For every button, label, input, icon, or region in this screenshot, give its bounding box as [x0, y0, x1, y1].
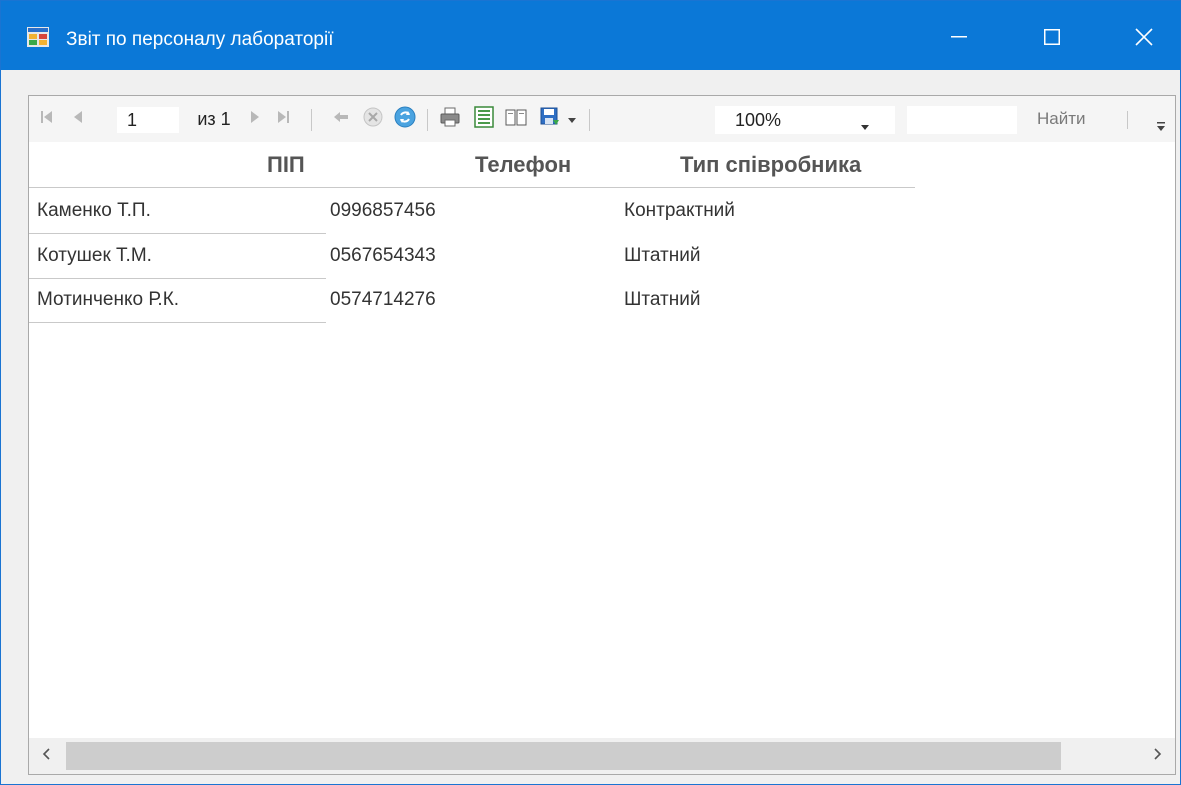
export-dropdown-button[interactable]	[565, 96, 579, 142]
cell-phone: 0996857456	[330, 200, 436, 221]
cell-name: Мотинченко Р.К.	[37, 289, 180, 310]
page-of-text: из 1	[197, 109, 231, 129]
next-page-button[interactable]	[245, 96, 265, 142]
minimize-icon	[951, 36, 967, 38]
first-page-button[interactable]	[35, 96, 59, 142]
cell-phone: 0567654343	[330, 245, 436, 266]
report-viewer: 1 из 1 100% Найти ПІП Телефон Тип співро…	[28, 95, 1176, 775]
export-icon	[539, 106, 561, 133]
table-row: Котушек Т.М. 0567654343 Штатний	[29, 234, 1175, 279]
cell-name: Котушек Т.М.	[37, 245, 152, 266]
page-setup-button[interactable]	[501, 96, 531, 142]
scroll-left-icon	[42, 747, 50, 765]
cell-type: Контрактний	[624, 200, 735, 221]
page-count-label: из 1	[189, 96, 239, 142]
dropdown-arrow-icon	[861, 117, 869, 135]
column-header-phone: Телефон	[475, 152, 572, 177]
table-row: Каменко Т.П. 0996857456 Контрактний	[29, 189, 1175, 234]
print-layout-button[interactable]	[469, 96, 499, 142]
print-icon	[439, 106, 461, 133]
stop-button[interactable]	[359, 96, 387, 142]
column-header-name: ПІП	[267, 152, 305, 177]
title-bar[interactable]: Звіт по персоналу лабораторії	[1, 1, 1180, 70]
zoom-select[interactable]: 100%	[715, 106, 895, 134]
next-page-icon	[250, 109, 260, 130]
dropdown-arrow-icon	[568, 110, 576, 128]
toolbar-separator	[589, 109, 590, 131]
back-icon	[333, 110, 349, 128]
table-row: Мотинченко Р.К. 0574714276 Штатний	[29, 278, 1175, 323]
previous-page-button[interactable]	[67, 96, 89, 142]
report-window: Звіт по персоналу лабораторії 1 из 1 100…	[0, 0, 1181, 785]
refresh-icon	[394, 106, 416, 133]
maximize-button[interactable]	[1021, 15, 1083, 59]
cell-type: Штатний	[624, 245, 701, 266]
page-setup-icon	[504, 107, 528, 132]
report-page: ПІП Телефон Тип співробника Каменко Т.П.…	[29, 142, 1175, 738]
overflow-icon[interactable]	[1155, 120, 1167, 134]
report-app-icon	[27, 27, 49, 47]
zoom-value: 100%	[735, 110, 782, 130]
close-button[interactable]	[1113, 15, 1175, 59]
scrollbar-thumb[interactable]	[66, 742, 1061, 770]
print-button[interactable]	[435, 96, 465, 142]
scroll-right-icon	[1154, 747, 1162, 765]
row-divider	[29, 322, 326, 323]
export-button[interactable]	[535, 96, 565, 142]
header-divider	[29, 187, 915, 188]
scroll-left-button[interactable]	[29, 738, 63, 774]
column-header-type: Тип співробника	[680, 152, 862, 177]
cell-phone: 0574714276	[330, 289, 436, 310]
last-page-icon	[276, 109, 290, 130]
toolbar-separator	[311, 109, 312, 131]
stop-icon	[363, 107, 383, 132]
maximize-icon	[1044, 29, 1060, 45]
refresh-button[interactable]	[391, 96, 419, 142]
horizontal-scrollbar[interactable]	[29, 738, 1175, 774]
report-toolbar: 1 из 1 100% Найти	[29, 96, 1175, 142]
cell-name: Каменко Т.П.	[37, 200, 151, 221]
toolbar-separator	[427, 109, 428, 131]
back-button[interactable]	[329, 96, 353, 142]
minimize-button[interactable]	[928, 15, 990, 59]
first-page-icon	[40, 109, 54, 130]
previous-page-icon	[73, 109, 83, 130]
find-button[interactable]: Найти	[1037, 96, 1086, 142]
last-page-button[interactable]	[271, 96, 295, 142]
scroll-right-button[interactable]	[1141, 738, 1175, 774]
window-title: Звіт по персоналу лабораторії	[66, 29, 334, 50]
cell-type: Штатний	[624, 289, 701, 310]
find-input[interactable]	[907, 106, 1017, 134]
toolbar-separator	[1127, 111, 1128, 129]
print-layout-icon	[474, 105, 494, 133]
close-icon	[1135, 28, 1153, 46]
page-number-input[interactable]: 1	[117, 107, 179, 133]
